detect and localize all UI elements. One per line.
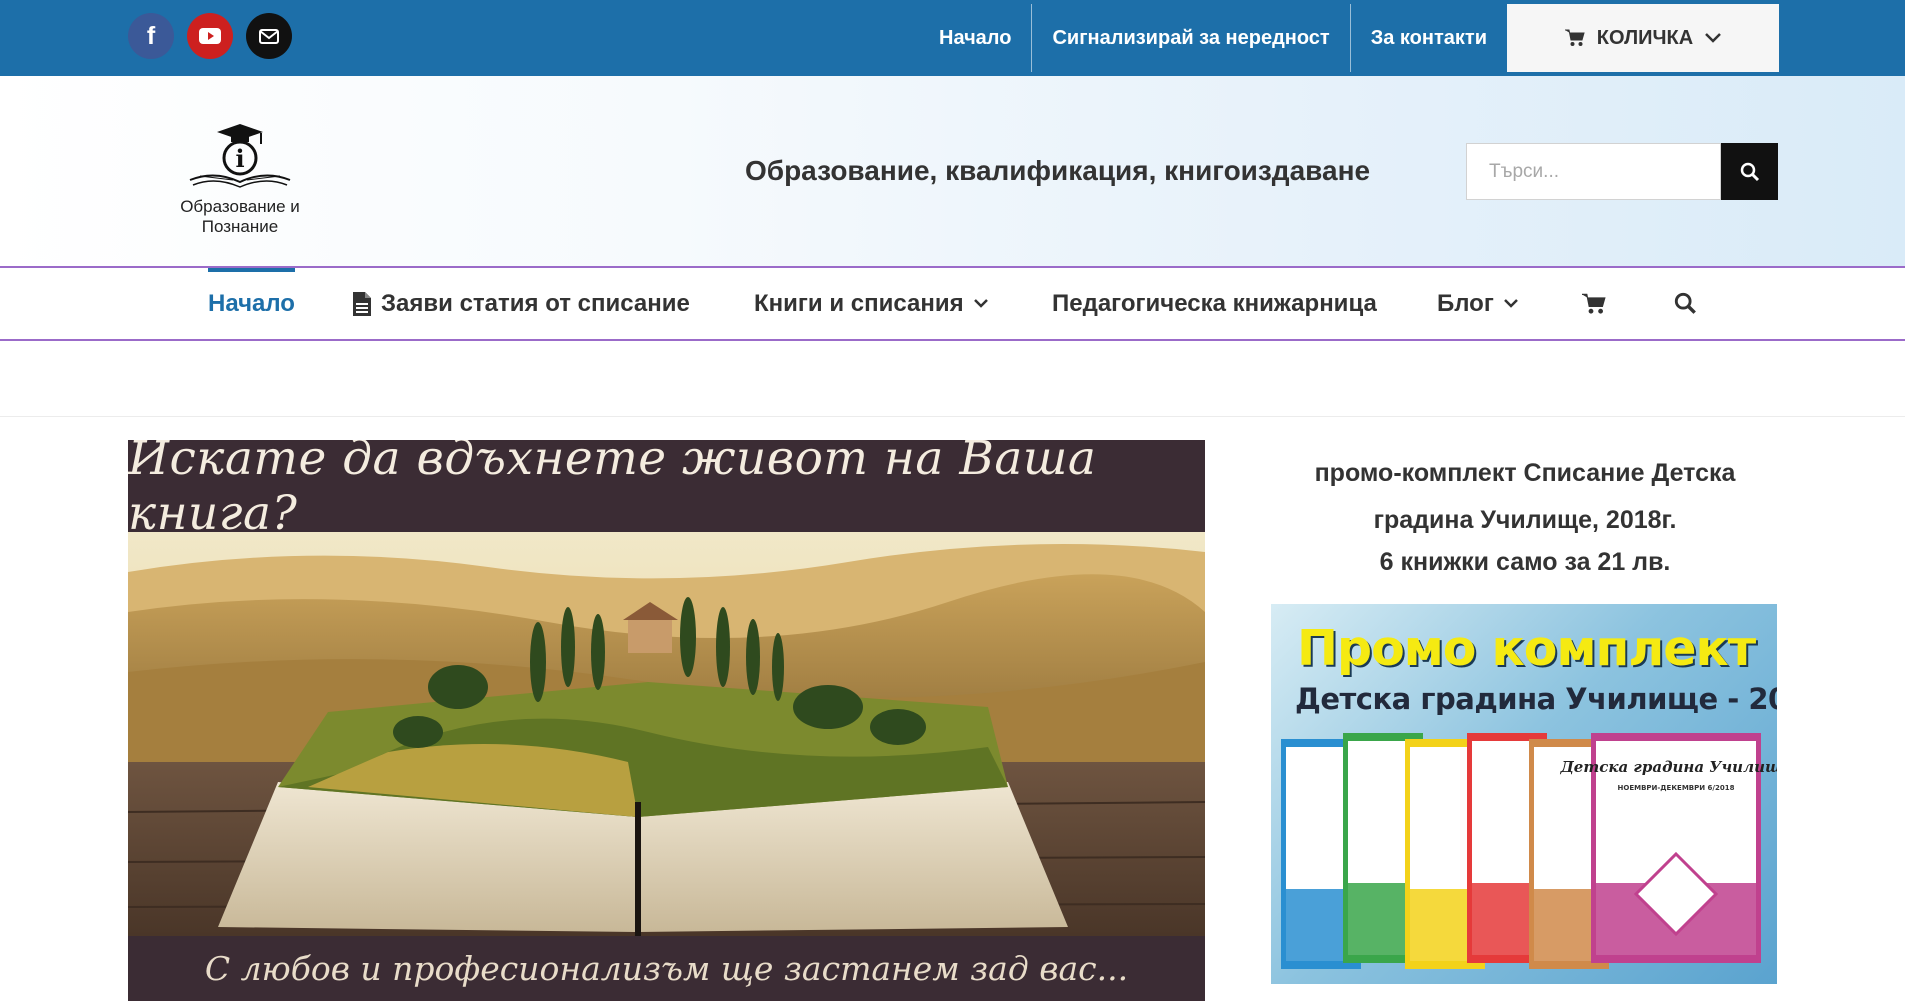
nav-bookstore-label: Педагогическа книжарница	[1052, 289, 1377, 317]
hero-subtitle-band: С любов и професионализъм ще застанем за…	[128, 936, 1205, 1001]
cart-icon	[1582, 293, 1606, 314]
search-form	[1466, 143, 1778, 200]
logo-graduation-book-icon: i	[189, 124, 291, 188]
chevron-down-icon	[1705, 33, 1722, 43]
hero-subtitle: С любов и професионализъм ще застанем за…	[204, 949, 1129, 988]
document-icon	[353, 291, 371, 316]
nav-bookstore[interactable]: Педагогическа книжарница	[1052, 268, 1377, 339]
facebook-button[interactable]: f	[128, 13, 174, 59]
email-button[interactable]	[246, 13, 292, 59]
magazine-issue: НОЕМВРИ-ДЕКЕМВРИ 6/2018	[1618, 784, 1735, 792]
promo-price: 6 книжки само за 21 лв.	[1379, 548, 1671, 576]
chevron-down-icon	[1503, 299, 1518, 308]
promo-title-line-1: промо-комплект Списание Детска	[1314, 459, 1736, 487]
site-header: i Образование и Познание Образование, кв…	[0, 76, 1905, 266]
youtube-icon	[199, 28, 221, 44]
nav-submit-article-label: Заяви статия от списание	[381, 289, 690, 317]
site-tagline: Образование, квалификация, книгоиздаване	[745, 155, 1371, 186]
hero-title-band: Искате да вдъхнете живот на Ваша книга?	[128, 440, 1205, 541]
facebook-icon: f	[146, 21, 156, 50]
mail-icon	[259, 28, 279, 44]
top-navigation: Начало Сигнализирай за нередност За конт…	[919, 4, 1779, 72]
top-bar: f Начало Сигнализирай за нередност За ко…	[0, 0, 1905, 76]
site-logo[interactable]: i Образование и Познание	[140, 122, 340, 237]
promo-title-line-2: градина Училище, 2018г.	[1373, 506, 1677, 534]
main-navigation: Начало Заяви статия от списание Книги и …	[0, 266, 1905, 341]
hero-open-book-landscape-image	[128, 532, 1205, 936]
nav-search[interactable]	[1674, 268, 1697, 339]
search-icon	[1740, 162, 1759, 181]
nav-books-label: Книги и списания	[754, 289, 964, 317]
chevron-down-icon	[973, 299, 988, 308]
top-nav-report[interactable]: Сигнализирай за нередност	[1032, 4, 1351, 72]
hero-title: Искате да вдъхнете живот на Ваша книга?	[128, 440, 1097, 541]
logo-text: Образование и Познание	[180, 197, 300, 236]
cart-icon	[1564, 29, 1585, 46]
top-nav-home[interactable]: Начало	[919, 4, 1033, 72]
promo-magazine-covers: Детска градина Училище НОЕМВРИ-ДЕКЕМВРИ 6…	[1281, 733, 1777, 969]
nav-blog[interactable]: Блог	[1437, 268, 1518, 339]
hero-banner[interactable]: Искате да вдъхнете живот на Ваша книга?	[128, 440, 1205, 1001]
svg-text:i: i	[235, 144, 244, 173]
search-input[interactable]	[1466, 143, 1721, 200]
youtube-button[interactable]	[187, 13, 233, 59]
nav-home-label: Начало	[208, 289, 295, 317]
promo-image[interactable]: Промо комплект Детска градина Училище - …	[1271, 604, 1777, 984]
top-nav-contacts[interactable]: За контакти	[1351, 4, 1507, 72]
search-button[interactable]	[1721, 143, 1778, 200]
cart-label: КОЛИЧКА	[1596, 26, 1694, 49]
nav-cart[interactable]	[1582, 268, 1606, 339]
magazine-title: Детска градина Училище	[1559, 758, 1777, 776]
search-icon	[1674, 292, 1696, 314]
nav-submit-article[interactable]: Заяви статия от списание	[353, 268, 690, 339]
nav-home[interactable]: Начало	[208, 268, 295, 339]
cart-dropdown[interactable]: КОЛИЧКА	[1507, 4, 1779, 72]
content-divider	[0, 416, 1905, 417]
promo-title[interactable]: промо-комплект Списание Детска градина У…	[1265, 450, 1785, 544]
nav-books[interactable]: Книги и списания	[754, 268, 988, 339]
nav-blog-label: Блог	[1437, 289, 1494, 317]
